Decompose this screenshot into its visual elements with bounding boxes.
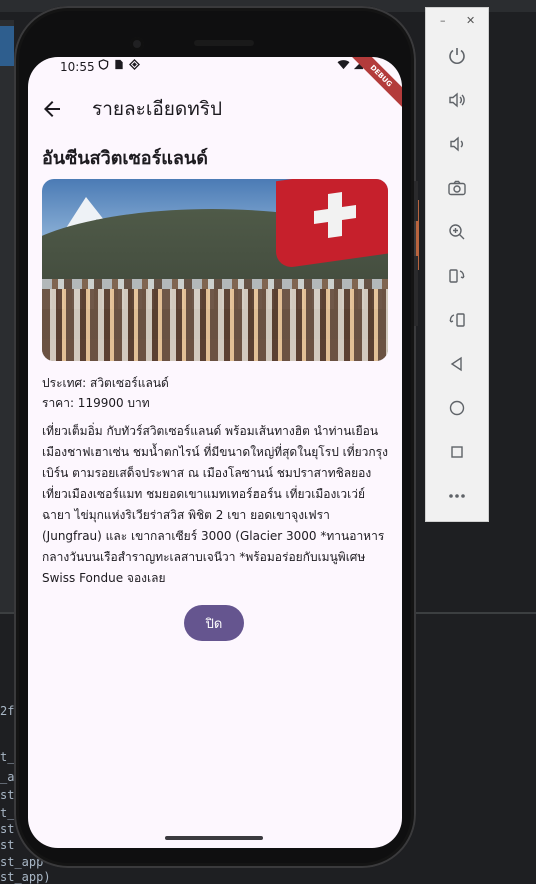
- app-bar: รายละเอียดทริป: [28, 89, 402, 145]
- ide-terminal-text: st: [0, 822, 15, 836]
- front-camera: [130, 37, 144, 51]
- trip-name: อันซีนสวิตเซอร์แลนด์: [42, 148, 208, 169]
- shield-icon: [98, 59, 109, 73]
- phone-screen: 10:55 DEBUG รายละเอียดทริป อันซีนสวิตเซอ…: [28, 57, 402, 848]
- close-window-button[interactable]: ✕: [466, 14, 475, 27]
- arrow-back-icon[interactable]: [40, 97, 64, 121]
- more-icon[interactable]: [442, 482, 472, 510]
- minimize-button[interactable]: –: [440, 14, 446, 27]
- trip-details: อันซีนสวิตเซอร์แลนด์ ประเทศ: สวิตเซอร์แล…: [42, 147, 388, 589]
- status-icons-left: [98, 59, 140, 73]
- overview-square-icon[interactable]: [442, 438, 472, 466]
- ide-terminal-text: st: [0, 788, 15, 802]
- ide-terminal-text: t_: [0, 750, 15, 764]
- wifi-icon: [337, 59, 350, 73]
- status-time: 10:55: [60, 60, 95, 74]
- ide-terminal-text: t_: [0, 806, 15, 820]
- gesture-home-bar[interactable]: [165, 836, 263, 840]
- trip-photo: [42, 179, 388, 361]
- rotate-left-icon[interactable]: [442, 262, 472, 290]
- volume-up-icon[interactable]: [442, 86, 472, 114]
- home-circle-icon[interactable]: [442, 394, 472, 422]
- ide-terminal-text: st_app): [0, 870, 51, 884]
- trip-description: เที่ยวเต็มอิ่ม กับทัวร์สวิตเซอร์แลนด์ พร…: [42, 424, 388, 585]
- ide-left-panel: [0, 20, 14, 620]
- close-button[interactable]: ปิด: [184, 605, 244, 641]
- phone-side-button: [414, 256, 418, 326]
- trip-meta: ประเทศ: สวิตเซอร์แลนด์ ราคา: 119900 บาท: [42, 373, 388, 413]
- ide-terminal-text: 2f: [0, 704, 15, 718]
- sim-card-icon: [114, 59, 124, 73]
- rotate-right-icon[interactable]: [442, 306, 472, 334]
- village-houses: [42, 289, 388, 361]
- ide-terminal-text: _a: [0, 770, 15, 784]
- emulator-toolbar: – ✕: [425, 7, 489, 522]
- power-icon[interactable]: [442, 42, 472, 70]
- earpiece: [194, 40, 254, 46]
- zoom-in-icon[interactable]: [442, 218, 472, 246]
- trip-price: ราคา: 119900 บาท: [42, 396, 150, 410]
- volume-down-icon[interactable]: [442, 130, 472, 158]
- signal-strength-icon: [129, 59, 140, 73]
- trip-country: ประเทศ: สวิตเซอร์แลนด์: [42, 376, 169, 390]
- ide-left-selection: [0, 26, 14, 66]
- ide-terminal-text: st: [0, 838, 15, 852]
- emulator-window-controls: – ✕: [426, 14, 488, 30]
- back-triangle-icon[interactable]: [442, 350, 472, 378]
- phone-side-button: [414, 181, 418, 221]
- camera-icon[interactable]: [442, 174, 472, 202]
- page-title: รายละเอียดทริป: [92, 98, 223, 120]
